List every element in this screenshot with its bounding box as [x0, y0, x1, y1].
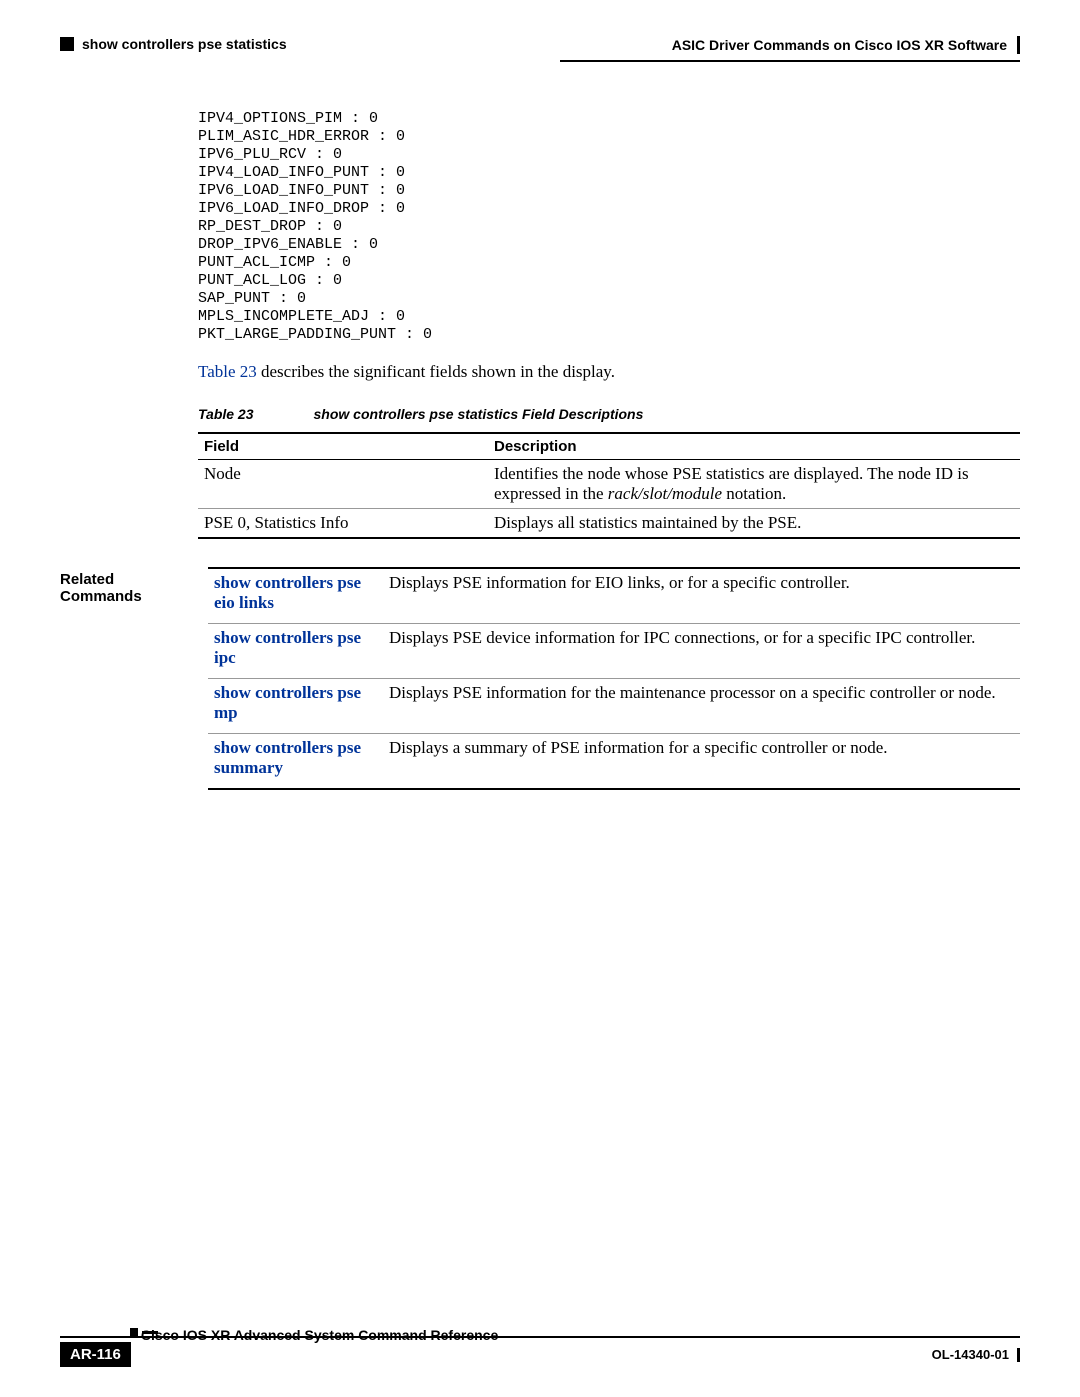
table-caption-title: show controllers pse statistics Field De…: [314, 406, 644, 422]
header-chapter-title: ASIC Driver Commands on Cisco IOS XR Sof…: [672, 37, 1007, 53]
table-row: show controllers pse eio links Displays …: [208, 568, 1020, 624]
footer-bar-icon: [1017, 1348, 1020, 1362]
body-paragraph-text: describes the significant fields shown i…: [257, 362, 615, 381]
table-row: PSE 0, Statistics Info Displays all stat…: [198, 509, 1020, 539]
command-description: Displays PSE information for the mainten…: [383, 679, 1020, 734]
footer-square-icon: [130, 1328, 138, 1336]
footer-doc-id: OL-14340-01: [932, 1347, 1009, 1362]
command-description: Displays PSE device information for IPC …: [383, 624, 1020, 679]
code-output: IPV4_OPTIONS_PIM : 0 PLIM_ASIC_HDR_ERROR…: [198, 110, 1020, 344]
table-cell-description: Displays all statistics maintained by th…: [488, 509, 1020, 539]
related-commands-label: Related Commands: [60, 567, 194, 790]
table-cross-reference[interactable]: Table 23: [198, 362, 257, 381]
table-cell-field: PSE 0, Statistics Info: [198, 509, 488, 539]
table-row: show controllers pse mp Displays PSE inf…: [208, 679, 1020, 734]
table-header-description: Description: [488, 433, 1020, 460]
related-commands-table: show controllers pse eio links Displays …: [208, 567, 1020, 790]
table-cell-description: Identifies the node whose PSE statistics…: [488, 460, 1020, 509]
desc-text: notation.: [722, 484, 786, 503]
command-link[interactable]: show controllers pse summary: [214, 738, 361, 777]
command-link[interactable]: show controllers pse mp: [214, 683, 361, 722]
table-cell-field: Node: [198, 460, 488, 509]
header-marker-icon: [60, 37, 74, 51]
header-rule: [560, 60, 1020, 62]
body-paragraph: Table 23 describes the significant field…: [198, 362, 1020, 382]
command-description: Displays a summary of PSE information fo…: [383, 734, 1020, 790]
table-caption-number: Table 23: [198, 406, 254, 422]
command-link[interactable]: show controllers pse ipc: [214, 628, 361, 667]
page-header: show controllers pse statistics ASIC Dri…: [60, 36, 1020, 54]
table-row: show controllers pse ipc Displays PSE de…: [208, 624, 1020, 679]
page-number-badge: AR-116: [60, 1342, 131, 1367]
table-row: Node Identifies the node whose PSE stati…: [198, 460, 1020, 509]
desc-italic: rack/slot/module: [608, 484, 722, 503]
header-bar-icon: [1017, 36, 1020, 54]
table-row: show controllers pse summary Displays a …: [208, 734, 1020, 790]
header-section-title: show controllers pse statistics: [82, 36, 287, 52]
footer-book-title: Cisco IOS XR Advanced System Command Ref…: [141, 1327, 498, 1343]
field-descriptions-table: Field Description Node Identifies the no…: [198, 432, 1020, 539]
table-caption: Table 23 show controllers pse statistics…: [198, 406, 1020, 422]
command-link[interactable]: show controllers pse eio links: [214, 573, 361, 612]
page-footer: AR-116 Cisco IOS XR Advanced System Comm…: [60, 1350, 1020, 1367]
table-header-field: Field: [198, 433, 488, 460]
command-description: Displays PSE information for EIO links, …: [383, 568, 1020, 624]
desc-text: Displays all statistics maintained by th…: [494, 513, 801, 532]
